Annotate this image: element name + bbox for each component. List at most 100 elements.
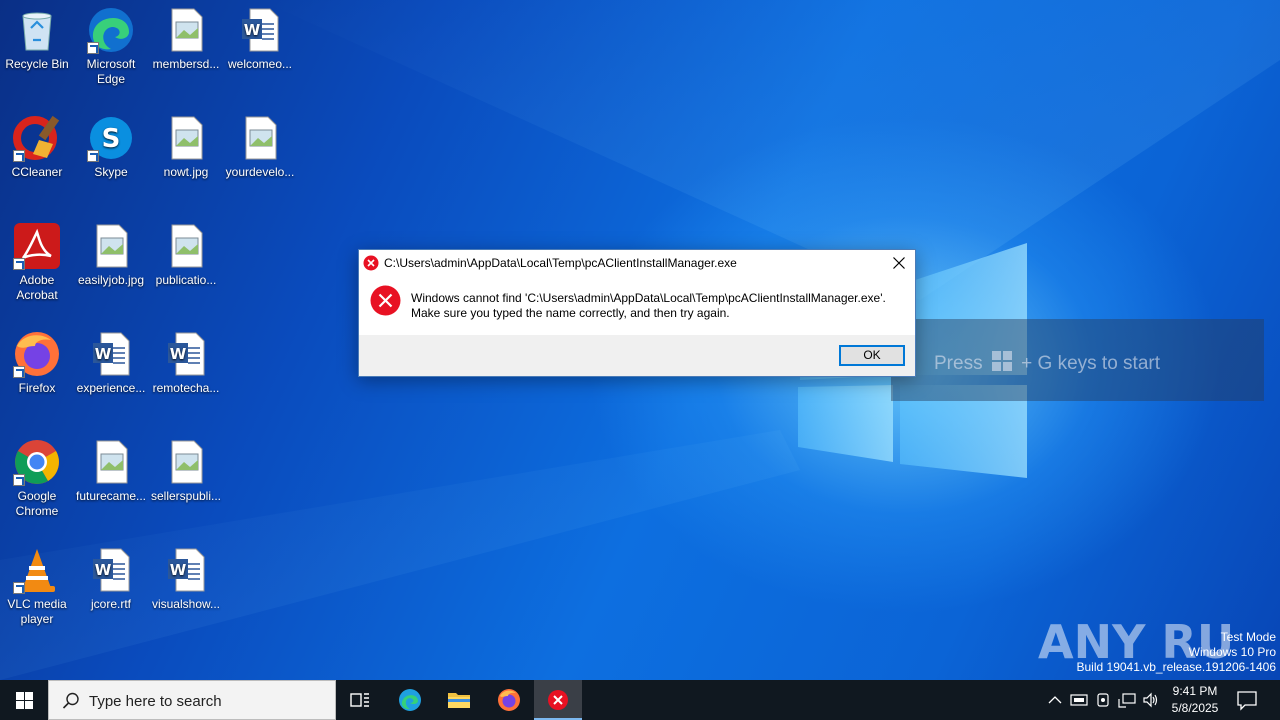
taskbar-explorer-button[interactable] [435,680,483,720]
desktop-icon-ccleaner[interactable]: CCleaner [0,114,74,180]
svg-text:W: W [95,561,112,579]
desktop-icon-membersd[interactable]: membersd... [149,6,223,72]
chrome-icon [13,438,61,486]
volume-icon[interactable] [1142,691,1160,709]
image-file-icon [162,6,210,54]
shortcut-arrow-icon [87,42,99,54]
desktop-icon-yourdevelo[interactable]: yourdevelo... [223,114,297,180]
shortcut-arrow-icon [13,474,25,486]
desktop-icon-firefox[interactable]: Firefox [0,330,74,396]
clock-date: 5/8/2025 [1171,701,1219,715]
desktop-icon-jcore-rtf[interactable]: Wjcore.rtf [74,546,148,612]
taskbar-search-box[interactable]: Type here to search [48,680,336,720]
desktop-icon-futurecame[interactable]: futurecame... [74,438,148,504]
taskbar-error-dialog-button[interactable] [534,680,582,720]
desktop-icon-recycle-bin[interactable]: Recycle Bin [0,6,74,72]
desktop-icon-visualshow[interactable]: Wvisualshow... [149,546,223,612]
dialog-titlebar[interactable]: C:\Users\admin\AppData\Local\Temp\pcACli… [359,250,915,276]
dialog-footer: OK [359,335,915,376]
taskbar-edge-button[interactable] [386,680,434,720]
desktop-icon-label: CCleaner [11,165,63,179]
network-icon[interactable] [1118,691,1136,709]
desktop-icon-label: visualshow... [151,597,221,611]
firefox-icon [498,689,520,711]
recycle-bin-icon [13,6,61,54]
desktop-icon-label: yourdevelo... [225,165,295,179]
action-center-icon[interactable] [1236,689,1258,711]
word-doc-icon: W [87,330,135,378]
test-mode-watermark: Test Mode Windows 10 Pro Build 19041.vb_… [1077,630,1277,675]
desktop-icon-experience[interactable]: Wexperience... [74,330,148,396]
game-bar-hint-press: Press [934,353,983,374]
desktop-icon-easilyjob-jpg[interactable]: easilyjob.jpg [74,222,148,288]
skype-icon: S [87,114,135,162]
desktop-icon-label: publicatio... [155,273,217,287]
word-doc-icon: W [162,330,210,378]
desktop-icon-label: Firefox [18,381,56,395]
desktop-icon-label: nowt.jpg [163,165,209,179]
edge-icon [87,6,135,54]
dialog-message-line1: Windows cannot find 'C:\Users\admin\AppD… [411,291,886,305]
desktop-icon-skype[interactable]: S Skype [74,114,148,180]
acrobat-icon [13,222,61,270]
taskbar: Type here to search 9:41 PM 5/8/2025 [0,680,1280,720]
desktop-icon-label: remotecha... [152,381,220,395]
watermark-line3: Build 19041.vb_release.191206-1406 [1076,660,1277,674]
search-icon [62,692,79,709]
shortcut-arrow-icon [13,258,25,270]
desktop-icon-label: Recycle Bin [5,57,69,71]
svg-text:W: W [170,561,187,579]
shortcut-arrow-icon [13,366,25,378]
dialog-message-line2: Make sure you typed the name correctly, … [411,306,730,320]
desktop-icon-nowt-jpg[interactable]: nowt.jpg [149,114,223,180]
desktop-icon-label: experience... [76,381,146,395]
desktop-icon-label: Skype [94,165,128,179]
desktop-icon-label: welcomeo... [227,57,293,71]
desktop-icon-vlc-media-player[interactable]: VLC media player [0,546,74,627]
device-icon[interactable] [1094,691,1112,709]
shortcut-arrow-icon [13,150,25,162]
desktop-icon-label: Microsoft Edge [86,57,136,86]
taskbar-clock[interactable]: 9:41 PM 5/8/2025 [1162,683,1228,717]
ok-button[interactable]: OK [839,345,905,366]
windows-key-icon [991,351,1012,377]
close-icon [893,257,905,269]
error-dialog: C:\Users\admin\AppData\Local\Temp\pcACli… [358,249,916,377]
image-file-icon [87,222,135,270]
desktop-icon-sellerspubli[interactable]: sellerspubli... [149,438,223,504]
dialog-title: C:\Users\admin\AppData\Local\Temp\pcACli… [384,256,737,270]
image-file-icon [162,114,210,162]
desktop-icon-label: futurecame... [75,489,147,503]
keyboard-icon[interactable] [1070,691,1088,709]
watermark-line2: Windows 10 Pro [1188,645,1276,659]
word-doc-icon: W [162,546,210,594]
desktop-icon-label: VLC media player [7,597,67,626]
desktop-icon-google-chrome[interactable]: Google Chrome [0,438,74,519]
taskbar-firefox-button[interactable] [485,680,533,720]
word-doc-icon: W [236,6,284,54]
shortcut-arrow-icon [13,582,25,594]
desktop-icon-microsoft-edge[interactable]: Microsoft Edge [74,6,148,87]
task-view-button[interactable] [336,680,384,720]
windows-logo-icon [16,692,33,709]
desktop-icon-remotecha[interactable]: Wremotecha... [149,330,223,396]
svg-text:W: W [170,345,187,363]
error-icon [548,690,568,710]
shortcut-arrow-icon [87,150,99,162]
dialog-close-button[interactable] [883,250,915,276]
svg-text:S: S [102,124,121,154]
show-hidden-icons-chevron-icon[interactable] [1046,691,1064,709]
desktop-icon-welcomeo[interactable]: Wwelcomeo... [223,6,297,72]
game-bar-hint-keys: + G keys to start [1021,353,1160,374]
image-file-icon [162,438,210,486]
desktop-icon-adobe-acrobat[interactable]: Adobe Acrobat [0,222,74,303]
start-button[interactable] [0,680,48,720]
desktop-icon-label: jcore.rtf [90,597,131,611]
clock-time: 9:41 PM [1172,684,1218,698]
dialog-body: Windows cannot find 'C:\Users\admin\AppD… [359,276,915,334]
desktop-icon-publicatio[interactable]: publicatio... [149,222,223,288]
task-view-icon [350,693,369,707]
dialog-message: Windows cannot find 'C:\Users\admin\AppD… [411,291,886,321]
svg-text:W: W [95,345,112,363]
vlc-icon [13,546,61,594]
